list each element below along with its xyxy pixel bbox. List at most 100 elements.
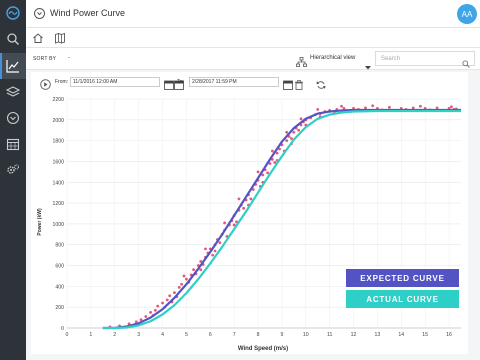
scatter-point bbox=[237, 197, 241, 201]
x-tick-label: 8 bbox=[257, 332, 260, 338]
view-selector-label: Hierarchical view bbox=[310, 55, 356, 61]
search-icon[interactable] bbox=[0, 26, 26, 52]
y-tick-label: 1000 bbox=[52, 222, 64, 228]
app-logo-icon[interactable] bbox=[0, 0, 26, 26]
scatter-point bbox=[387, 105, 391, 109]
scatter-point bbox=[297, 128, 301, 132]
scatter-point bbox=[292, 130, 296, 134]
scatter-point bbox=[165, 298, 169, 302]
x-tick-label: 15 bbox=[422, 332, 428, 338]
power-curve-chart: 0 1 2 3 4 5 6 7 8 9 10 11 12 13 14 15 16 020040060080010… bbox=[37, 97, 461, 352]
view-toolbar bbox=[26, 28, 480, 48]
x-tick-label: 1 bbox=[89, 332, 92, 338]
x-tick-label: 0 bbox=[66, 332, 69, 338]
scatter-point bbox=[285, 130, 289, 134]
x-tick-label: 14 bbox=[398, 332, 404, 338]
legend-actual-label: ACTUAL CURVE bbox=[366, 294, 439, 304]
filter-toolbar: SORT BY - Hierarchical view Search bbox=[26, 48, 480, 70]
calendar-icon[interactable] bbox=[0, 131, 26, 157]
layers-icon[interactable] bbox=[0, 79, 26, 105]
scatter-point bbox=[223, 221, 227, 225]
x-axis-ticks: 0 1 2 3 4 5 6 7 8 9 10 11 12 13 14 15 16 bbox=[66, 332, 453, 338]
x-tick-label: 7 bbox=[233, 332, 236, 338]
x-tick-label: 16 bbox=[446, 332, 452, 338]
collapse-toggle-icon[interactable] bbox=[34, 8, 45, 19]
page-title: Wind Power Curve bbox=[50, 8, 126, 18]
scatter-point bbox=[192, 268, 195, 272]
sort-by-select[interactable]: - bbox=[68, 55, 70, 61]
scatter-point bbox=[249, 197, 253, 201]
y-axis-label: Power (kW) bbox=[37, 208, 43, 236]
y-tick-label: 400 bbox=[55, 284, 64, 290]
scatter-point bbox=[204, 247, 207, 251]
sort-by-value: - bbox=[68, 55, 70, 61]
scatter-point bbox=[270, 149, 274, 153]
sort-by-label: SORT BY bbox=[33, 56, 57, 62]
x-tick-label: 13 bbox=[375, 332, 381, 338]
scatter-point bbox=[144, 315, 148, 318]
settings-icon[interactable] bbox=[0, 157, 26, 183]
home-icon[interactable] bbox=[32, 31, 44, 49]
y-tick-label: 1600 bbox=[52, 159, 64, 165]
x-tick-label: 5 bbox=[185, 332, 188, 338]
x-tick-label: 3 bbox=[137, 332, 140, 338]
hierarchy-icon bbox=[296, 54, 307, 72]
x-tick-label: 10 bbox=[303, 332, 309, 338]
scatter-point bbox=[450, 105, 453, 109]
y-tick-label: 2200 bbox=[52, 97, 64, 103]
chart-card: From: 11/1/2016 12:00 AM To: 2/28/2017 1… bbox=[31, 72, 468, 354]
x-tick-label: 4 bbox=[161, 332, 164, 338]
scatter-point bbox=[182, 274, 186, 278]
y-tick-label: 200 bbox=[55, 305, 64, 311]
y-axis-ticks: 0 200 400 600 800 1000 1200 1400 1600 1800 2000 220… bbox=[52, 97, 64, 332]
scatter-point bbox=[419, 104, 422, 108]
scatter-point bbox=[149, 310, 152, 314]
y-tick-label: 1400 bbox=[52, 180, 64, 186]
y-tick-label: 2000 bbox=[52, 118, 64, 124]
y-tick-label: 0 bbox=[61, 326, 64, 332]
scatter-point bbox=[199, 268, 203, 272]
legend-expected-label: EXPECTED CURVE bbox=[360, 273, 445, 283]
scatter-point bbox=[299, 117, 303, 121]
scatter-point bbox=[364, 106, 367, 110]
x-tick-label: 2 bbox=[113, 332, 116, 338]
y-tick-label: 800 bbox=[55, 243, 64, 249]
sidebar bbox=[0, 0, 26, 360]
scatter-point bbox=[290, 137, 293, 140]
x-tick-label: 9 bbox=[280, 332, 283, 338]
scatter-point bbox=[211, 253, 215, 257]
view-selector[interactable]: Hierarchical view bbox=[310, 55, 355, 61]
y-tick-label: 1800 bbox=[52, 139, 64, 145]
chart-icon[interactable] bbox=[0, 53, 26, 79]
chevron-circle-icon[interactable] bbox=[0, 105, 26, 131]
scatter-point bbox=[256, 170, 260, 174]
scatter-point bbox=[177, 286, 181, 289]
scatter-point bbox=[153, 308, 157, 312]
scatter-point bbox=[411, 106, 415, 110]
x-axis-label: Wind Speed (m/s) bbox=[238, 346, 288, 352]
scatter-point bbox=[184, 277, 188, 281]
scatter-point bbox=[266, 171, 269, 175]
scatter-point bbox=[173, 291, 176, 295]
scatter-point bbox=[168, 294, 172, 298]
scatter-point bbox=[242, 206, 246, 210]
scatter-point bbox=[340, 104, 344, 108]
legend-actual-curve: ACTUAL CURVE bbox=[346, 290, 459, 308]
x-tick-label: 11 bbox=[327, 332, 332, 338]
scatter-point bbox=[156, 304, 160, 308]
scatter-point bbox=[180, 282, 184, 286]
scatter-point bbox=[285, 139, 289, 143]
app-header: Wind Power Curve AA bbox=[26, 0, 480, 28]
x-tick-label: 6 bbox=[209, 332, 212, 338]
scatter-point bbox=[371, 104, 375, 108]
scatter-point bbox=[213, 249, 217, 253]
map-icon[interactable] bbox=[54, 31, 66, 49]
scatter-point bbox=[161, 301, 164, 305]
search-button-icon[interactable] bbox=[462, 55, 470, 73]
scatter-point bbox=[435, 106, 439, 110]
search-placeholder: Search bbox=[381, 56, 401, 62]
avatar[interactable]: AA bbox=[457, 4, 477, 24]
legend-expected-curve: EXPECTED CURVE bbox=[346, 269, 459, 287]
search-field[interactable]: Search bbox=[375, 51, 475, 68]
x-tick-label: 12 bbox=[351, 332, 357, 338]
